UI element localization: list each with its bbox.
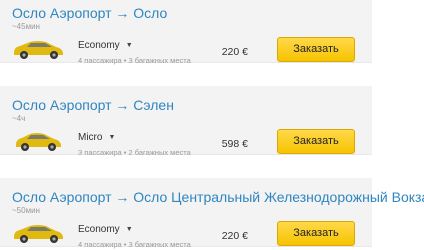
car-class-label: Economy — [78, 40, 120, 51]
order-button[interactable]: Заказать — [277, 221, 355, 246]
car-class-label: Economy — [78, 224, 120, 235]
car-class-dropdown[interactable]: Micro ▼ — [78, 132, 115, 143]
trip-duration: ~45мин — [12, 22, 40, 31]
chevron-down-icon: ▼ — [108, 134, 116, 141]
price: 220 € — [221, 230, 248, 242]
order-button[interactable]: Заказать — [277, 37, 355, 62]
route-title[interactable]: Осло Аэропорт → Осло — [12, 5, 167, 21]
car-class-dropdown[interactable]: Economy ▼ — [78, 40, 133, 51]
trip-duration: ~50мин — [12, 206, 40, 215]
capacity-info: 3 пассажира • 2 багажных места — [78, 148, 191, 157]
route-title[interactable]: Осло Аэропорт → Сэлен — [12, 97, 174, 113]
capacity-info: 4 пассажира • 3 багажных места — [78, 240, 191, 249]
order-button[interactable]: Заказать — [277, 129, 355, 154]
price: 220 € — [221, 46, 248, 58]
car-icon — [14, 41, 63, 59]
transfer-list: Осло Аэропорт → Осло ~45мин Economy ▼ 4 п… — [0, 0, 424, 250]
car-class-dropdown[interactable]: Economy ▼ — [78, 224, 133, 235]
car-icon — [14, 225, 63, 243]
capacity-info: 4 пассажира • 3 багажных места — [78, 56, 191, 65]
transfer-card: Осло Аэропорт → Осло Центральный Железно… — [0, 178, 424, 249]
route-title[interactable]: Осло Аэропорт → Осло Центральный Железно… — [12, 189, 424, 205]
car-class-label: Micro — [78, 132, 103, 143]
car-icon — [16, 133, 61, 151]
trip-duration: ~4ч — [12, 114, 26, 123]
chevron-down-icon: ▼ — [125, 226, 133, 233]
transfer-card: Осло Аэропорт → Осло ~45мин Economy ▼ 4 п… — [0, 0, 372, 65]
transfer-card: Осло Аэропорт → Сэлен ~4ч Micro ▼ 3 пасса… — [0, 86, 372, 157]
price: 598 € — [221, 138, 248, 150]
chevron-down-icon: ▼ — [125, 42, 133, 49]
